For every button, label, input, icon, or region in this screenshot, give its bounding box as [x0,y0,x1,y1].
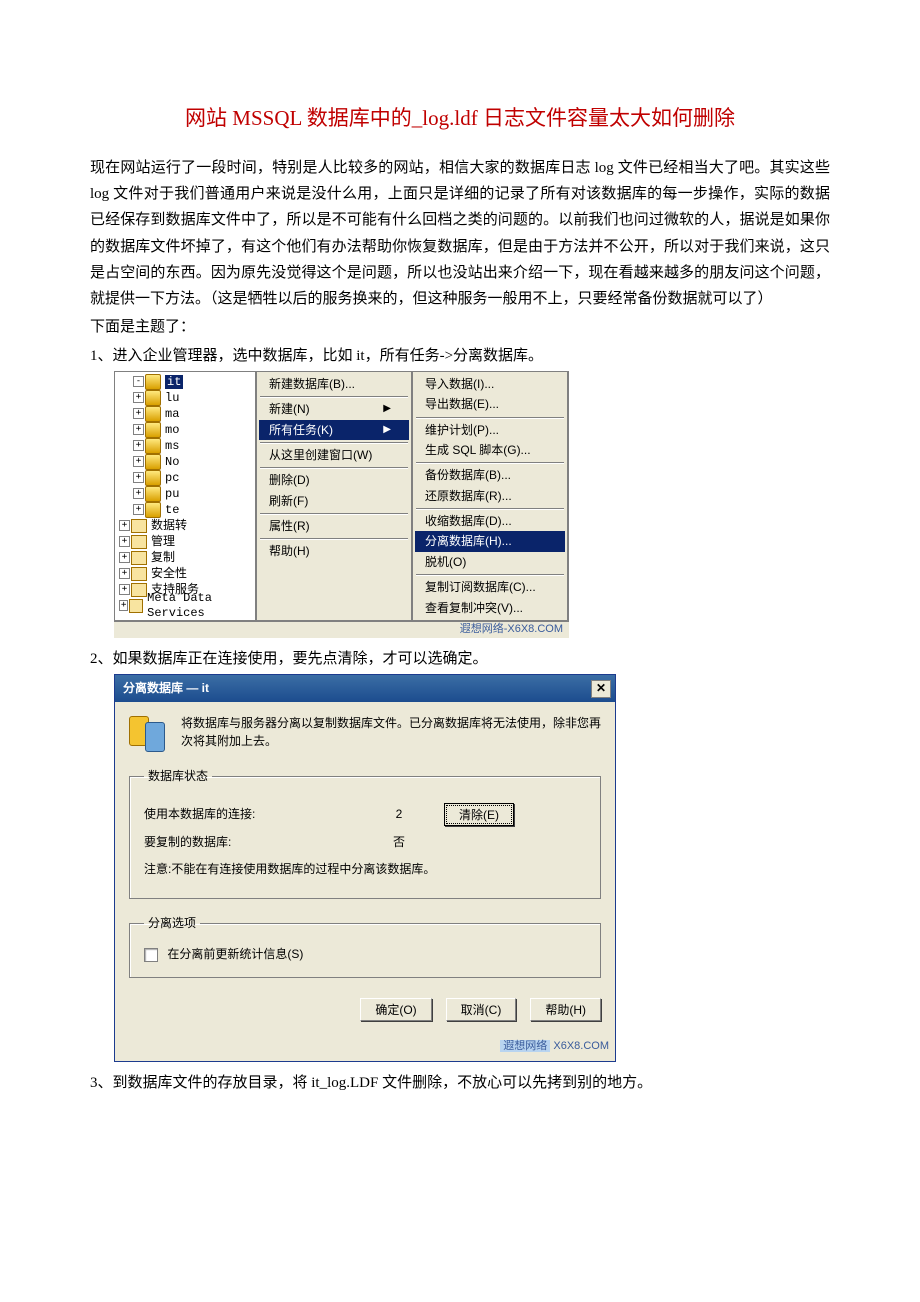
step-2: 2、如果数据库正在连接使用，要先点清除，才可以选确定。 [90,646,830,672]
status-note: 注意:不能在有连接使用数据库的过程中分离该数据库。 [144,859,435,880]
screenshot-context-menu: -it +lu +ma +mo +ms +No +pc +pu +te +数据转… [114,371,569,638]
dialog-titlebar: 分离数据库 — it ✕ [115,675,615,702]
chevron-right-icon: ▶ [383,403,391,415]
context-menu: 新建数据库(B)... 新建(N)▶ 所有任务(K)▶ 从这里创建窗口(W) 删… [256,371,412,621]
group-legend: 分离选项 [144,913,200,934]
menu-all-tasks[interactable]: 所有任务(K)▶ [259,420,409,440]
submenu-gen-sql[interactable]: 生成 SQL 脚本(G)... [415,440,565,460]
submenu-detach[interactable]: 分离数据库(H)... [415,531,565,551]
separator [260,538,408,539]
watermark: 遐想网络 X6X8.COM [115,1037,615,1060]
menu-refresh[interactable]: 刷新(F) [259,491,409,511]
menu-help[interactable]: 帮助(H) [259,541,409,561]
screenshot-detach-dialog: 分离数据库 — it ✕ 将数据库与服务器分离以复制数据库文件。已分离数据库将无… [114,674,616,1061]
folder-icon [131,535,147,549]
separator [416,462,564,463]
database-icon [145,390,161,406]
submenu-backup[interactable]: 备份数据库(B)... [415,465,565,485]
tree-folder[interactable]: +复制 [115,550,255,566]
help-button[interactable]: 帮助(H) [530,998,601,1021]
tree-item[interactable]: +lu [115,390,255,406]
cancel-button[interactable]: 取消(C) [446,998,517,1021]
database-icon [145,454,161,470]
label-replicate: 要复制的数据库: [144,832,354,853]
separator [260,467,408,468]
clear-button[interactable]: 清除(E) [444,803,514,826]
submenu-export[interactable]: 导出数据(E)... [415,394,565,414]
menu-properties[interactable]: 属性(R) [259,516,409,536]
checkbox-label: 在分离前更新统计信息(S) [167,947,303,961]
label-connections: 使用本数据库的连接: [144,804,354,825]
database-icon [145,406,161,422]
dialog-description: 将数据库与服务器分离以复制数据库文件。已分离数据库将无法使用，除非您再次将其附加… [181,714,601,750]
folder-icon [131,583,147,597]
page-title: 网站 MSSQL 数据库中的_log.ldf 日志文件容量太大如何删除 [90,100,830,137]
tasks-submenu: 导入数据(I)... 导出数据(E)... 维护计划(P)... 生成 SQL … [412,371,568,621]
group-db-status: 数据库状态 使用本数据库的连接: 2 清除(E) 要复制的数据库: 否 注意:不… [129,766,601,899]
tree-item-it[interactable]: -it [115,374,255,390]
folder-icon [131,567,147,581]
detach-icon [129,714,167,752]
separator [260,513,408,514]
tree-folder[interactable]: +管理 [115,534,255,550]
database-icon [145,374,161,390]
step-1: 1、进入企业管理器，选中数据库，比如 it，所有任务->分离数据库。 [90,343,830,369]
menu-delete[interactable]: 删除(D) [259,470,409,490]
database-icon [145,470,161,486]
submenu-maintenance[interactable]: 维护计划(P)... [415,420,565,440]
submenu-copy-sub[interactable]: 复制订阅数据库(C)... [415,577,565,597]
dialog-title: 分离数据库 — it [123,678,209,699]
tree-item[interactable]: +ms [115,438,255,454]
tree-item[interactable]: +ma [115,406,255,422]
separator [416,574,564,575]
tree-folder[interactable]: +数据转 [115,518,255,534]
submenu-restore[interactable]: 还原数据库(R)... [415,486,565,506]
tree-item[interactable]: +mo [115,422,255,438]
db-tree: -it +lu +ma +mo +ms +No +pc +pu +te +数据转… [114,371,256,621]
step-3: 3、到数据库文件的存放目录，将 it_log.LDF 文件删除，不放心可以先拷到… [90,1070,830,1096]
chevron-right-icon: ▶ [383,424,391,436]
intro-paragraph: 现在网站运行了一段时间，特别是人比较多的网站，相信大家的数据库日志 log 文件… [90,155,830,313]
tree-item[interactable]: +pc [115,470,255,486]
tree-folder[interactable]: +安全性 [115,566,255,582]
tree-item[interactable]: +pu [115,486,255,502]
database-icon [145,502,161,518]
folder-icon [131,551,147,565]
checkbox-icon [144,948,158,962]
close-button[interactable]: ✕ [591,680,611,698]
menu-new[interactable]: 新建(N)▶ [259,399,409,419]
menu-new-database[interactable]: 新建数据库(B)... [259,374,409,394]
tree-item[interactable]: +No [115,454,255,470]
watermark: 遐想网络-X6X8.COM [114,622,569,638]
tree-folder[interactable]: +Meta Data Services [115,598,255,614]
folder-icon [129,599,143,613]
folder-icon [131,519,147,533]
lead-in: 下面是主题了： [90,314,830,340]
submenu-view-conflict[interactable]: 查看复制冲突(V)... [415,598,565,618]
checkbox-update-stats[interactable]: 在分离前更新统计信息(S) [144,947,303,961]
database-icon [145,438,161,454]
document-page: 网站 MSSQL 数据库中的_log.ldf 日志文件容量太大如何删除 现在网站… [0,0,920,1138]
tree-item[interactable]: +te [115,502,255,518]
submenu-import[interactable]: 导入数据(I)... [415,374,565,394]
separator [416,508,564,509]
group-detach-options: 分离选项 在分离前更新统计信息(S) [129,913,601,978]
separator [260,396,408,397]
database-icon [145,422,161,438]
value-replicate: 否 [354,832,444,853]
database-icon [145,486,161,502]
separator [416,417,564,418]
submenu-offline[interactable]: 脱机(O) [415,552,565,572]
menu-new-window[interactable]: 从这里创建窗口(W) [259,445,409,465]
value-connections: 2 [354,804,444,825]
submenu-shrink[interactable]: 收缩数据库(D)... [415,511,565,531]
ok-button[interactable]: 确定(O) [360,998,431,1021]
group-legend: 数据库状态 [144,766,212,787]
separator [260,442,408,443]
